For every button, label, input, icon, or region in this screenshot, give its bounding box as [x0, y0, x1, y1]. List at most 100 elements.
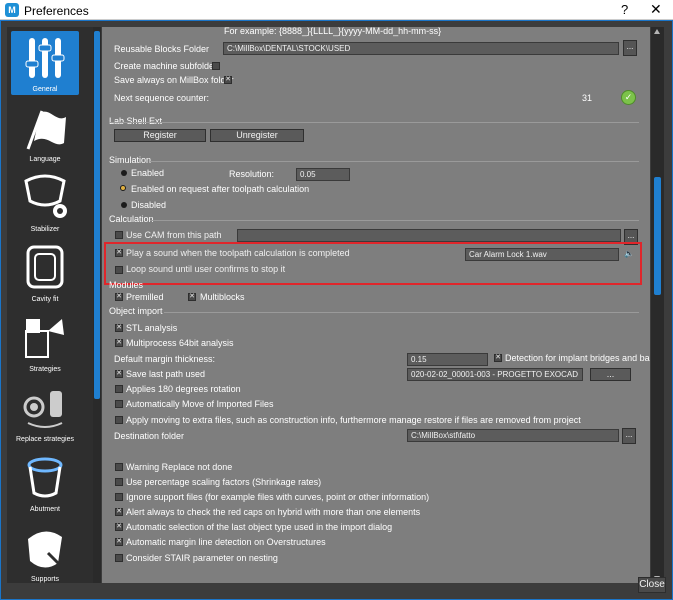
sidebar-item-label: Strategies: [29, 366, 61, 373]
app-icon: M: [5, 3, 19, 17]
flag-icon: [26, 110, 66, 150]
loop-sound-checkbox[interactable]: [115, 266, 123, 274]
title-bar: M Preferences ? ✕: [0, 0, 673, 20]
cam-path-field[interactable]: [237, 229, 621, 242]
alert-red-caps-label: Alert always to check the red caps on hy…: [126, 507, 421, 517]
divider: [164, 312, 639, 313]
content-scrollbar[interactable]: [651, 27, 664, 583]
sidebar-item-label: Stabilizer: [30, 226, 60, 233]
sidebar-item-stabilizer[interactable]: Stabilizer: [11, 171, 79, 235]
resolution-input[interactable]: 0.05: [296, 168, 350, 181]
speaker-icon[interactable]: 🔈: [624, 249, 634, 258]
content-scroll-thumb[interactable]: [654, 177, 661, 295]
premilled-checkbox[interactable]: ✕: [115, 293, 123, 301]
default-margin-input[interactable]: 0.15: [407, 353, 488, 366]
supports-icon: [28, 531, 66, 571]
sim-enabled-label: Enabled: [131, 168, 165, 178]
close-button[interactable]: Close: [638, 577, 666, 593]
play-sound-checkbox[interactable]: ✕: [115, 249, 123, 257]
reusable-blocks-field[interactable]: C:\MillBox\DENTAL\STOCK\USED: [223, 42, 619, 55]
sidebar-item-label: General: [32, 86, 58, 93]
sim-disabled-radio[interactable]: [121, 202, 127, 208]
section-lab-shell-ext: Lab Shell Ext: [109, 116, 163, 126]
premilled-label: Premilled: [126, 292, 164, 302]
sidebar-scrollbar[interactable]: [93, 27, 101, 583]
sidebar: General Language Stabilizer Cavity fit S…: [7, 27, 93, 583]
help-button[interactable]: ?: [621, 2, 628, 17]
loop-sound-label: Loop sound until user confirms to stop i…: [126, 264, 286, 274]
settings-panel: For example: {8888_}{LLLL_}{yyyy-MM-dd_h…: [102, 27, 650, 583]
window-title: Preferences: [24, 4, 89, 18]
auto-move-checkbox[interactable]: [115, 400, 123, 408]
sidebar-item-label: Language: [29, 156, 61, 163]
sidebar-item-language[interactable]: Language: [11, 101, 79, 165]
auto-margin-label: Automatic margin line detection on Overs…: [126, 537, 326, 547]
consider-stair-checkbox[interactable]: [115, 554, 123, 562]
multiprocess-label: Multiprocess 64bit analysis: [126, 338, 234, 348]
detection-implant-label: Detection for implant bridges and ba: [505, 353, 650, 363]
section-calculation: Calculation: [109, 214, 154, 224]
applies-180-checkbox[interactable]: [115, 385, 123, 393]
browse-destination-button[interactable]: ...: [622, 428, 636, 444]
divider: [109, 122, 639, 123]
multiprocess-checkbox[interactable]: ✕: [115, 339, 123, 347]
detection-implant-checkbox[interactable]: ✕: [494, 354, 502, 362]
use-cam-label: Use CAM from this path: [126, 230, 222, 240]
divider: [150, 161, 639, 162]
multiblocks-checkbox[interactable]: ✕: [188, 293, 196, 301]
use-percentage-checkbox[interactable]: [115, 478, 123, 486]
auto-selection-checkbox[interactable]: ✕: [115, 523, 123, 531]
sidebar-item-supports[interactable]: Supports: [11, 521, 79, 583]
next-sequence-value: 31: [582, 93, 593, 103]
create-machine-subfolder-checkbox[interactable]: [212, 62, 220, 70]
stl-analysis-checkbox[interactable]: ✕: [115, 324, 123, 332]
sidebar-item-label: Replace strategies: [16, 436, 74, 443]
sidebar-item-abutment[interactable]: Abutment: [11, 451, 79, 515]
sim-on-request-radio[interactable]: [120, 185, 126, 191]
sound-file-field[interactable]: Car Alarm Lock 1.wav: [465, 248, 619, 261]
next-sequence-label: Next sequence counter:: [114, 93, 210, 103]
alert-red-caps-checkbox[interactable]: ✕: [115, 508, 123, 516]
sliders-icon: [25, 38, 65, 78]
sidebar-item-label: Abutment: [30, 506, 60, 513]
save-always-millbox-label: Save always on MillBox folder: [114, 75, 234, 85]
create-machine-subfolder-label: Create machine subfolder: [114, 61, 218, 71]
sidebar-item-cavity-fit[interactable]: Cavity fit: [11, 241, 79, 305]
cavity-icon: [26, 245, 64, 289]
replace-strategies-icon: [23, 391, 63, 428]
reusable-blocks-label: Reusable Blocks Folder: [114, 44, 210, 54]
auto-move-label: Automatically Move of Imported Files: [126, 399, 274, 409]
apply-moving-label: Apply moving to extra files, such as con…: [126, 415, 581, 425]
browse-reusable-button[interactable]: ...: [623, 40, 637, 56]
applies-180-label: Applies 180 degrees rotation: [126, 384, 241, 394]
resolution-label: Resolution:: [229, 169, 275, 179]
sidebar-item-replace-strategies[interactable]: Replace strategies: [11, 381, 79, 445]
edit-sequence-icon[interactable]: ✓: [621, 90, 636, 105]
browse-last-path-button[interactable]: ...: [590, 368, 631, 381]
register-button[interactable]: Register: [114, 129, 206, 142]
last-path-field[interactable]: 020-02-02_00001-003 - PROGETTO EXOCAD: [407, 368, 583, 381]
apply-moving-checkbox[interactable]: [115, 416, 123, 424]
close-window-button[interactable]: ✕: [650, 1, 662, 18]
sim-enabled-radio[interactable]: [121, 170, 127, 176]
destination-folder-field[interactable]: C:\MillBox\stl\fatto: [407, 429, 619, 442]
warning-replace-checkbox[interactable]: [115, 463, 123, 471]
sidebar-item-general[interactable]: General: [11, 31, 79, 95]
sidebar-scroll-thumb[interactable]: [94, 31, 100, 399]
save-last-path-checkbox[interactable]: ✕: [115, 370, 123, 378]
section-object-import: Object import: [109, 306, 163, 316]
scroll-up-arrow[interactable]: [654, 29, 660, 34]
strategies-icon: [25, 319, 64, 358]
sidebar-item-strategies[interactable]: Strategies: [11, 311, 79, 375]
divider: [150, 220, 639, 221]
ignore-support-label: Ignore support files (for example files …: [126, 492, 430, 502]
auto-margin-checkbox[interactable]: ✕: [115, 538, 123, 546]
preferences-window: General Language Stabilizer Cavity fit S…: [0, 20, 673, 600]
ignore-support-checkbox[interactable]: [115, 493, 123, 501]
use-cam-checkbox[interactable]: [115, 231, 123, 239]
sim-disabled-label: Disabled: [131, 200, 167, 210]
unregister-button[interactable]: Unregister: [210, 129, 304, 142]
multiblocks-label: Multiblocks: [200, 292, 245, 302]
warning-replace-label: Warning Replace not done: [126, 462, 233, 472]
save-always-millbox-checkbox[interactable]: ✕: [224, 76, 232, 84]
